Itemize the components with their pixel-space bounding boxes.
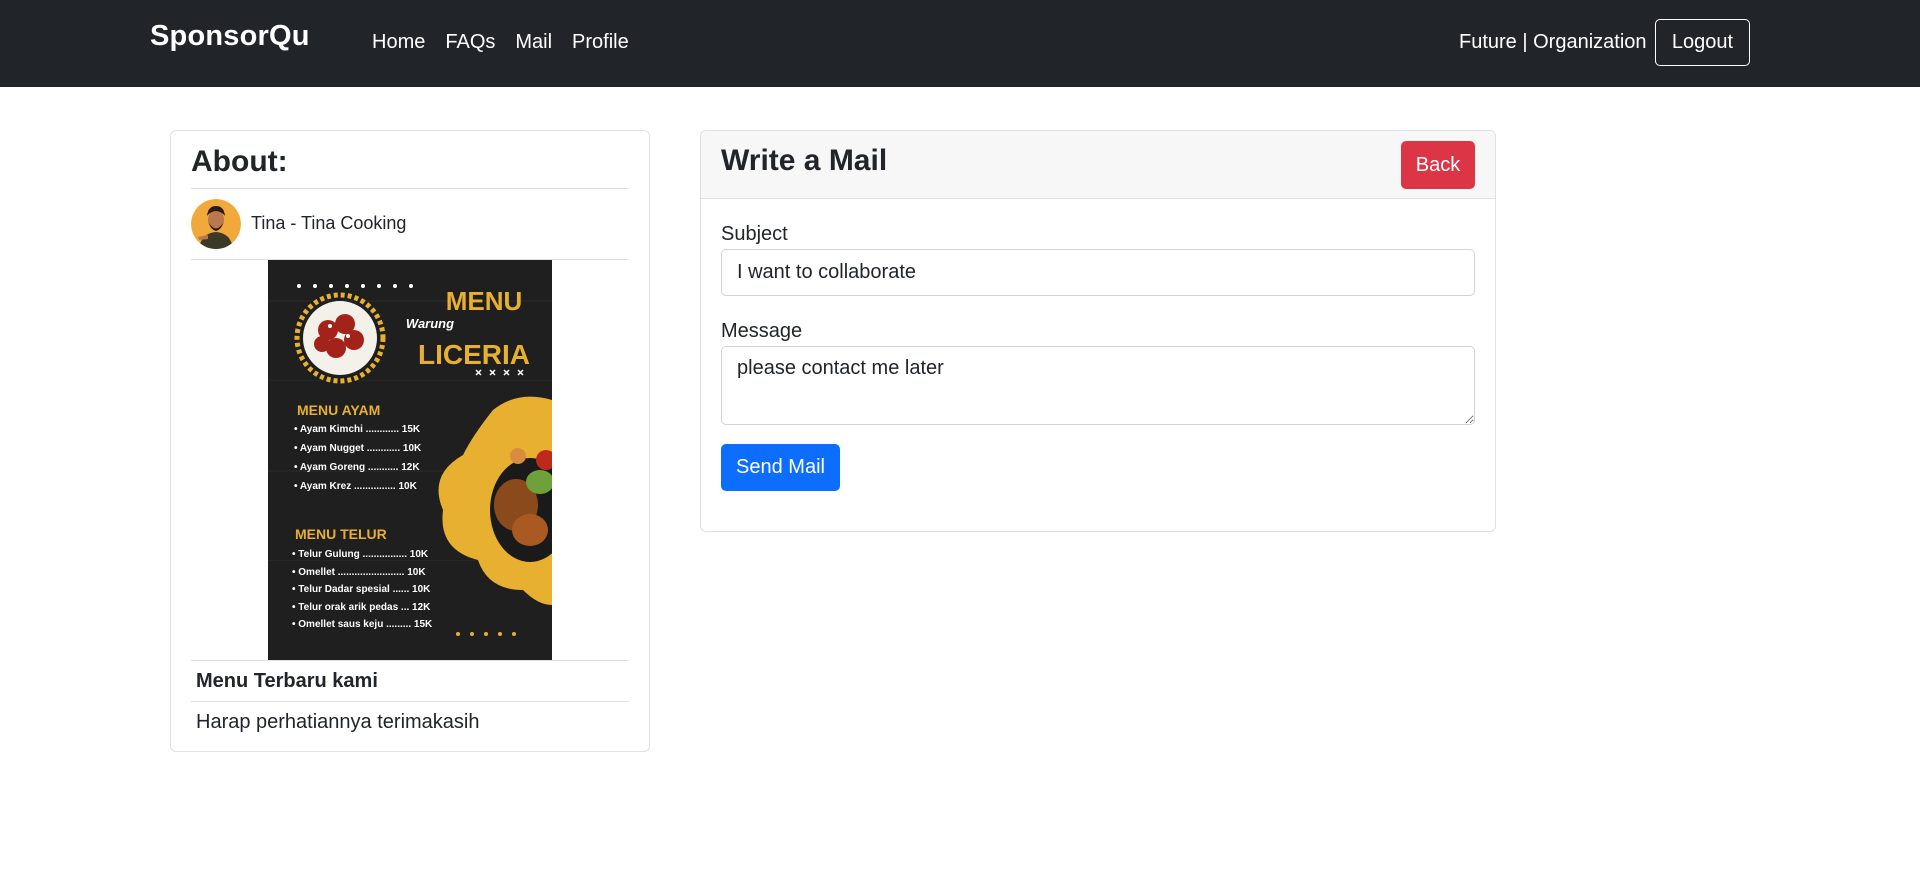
post-title: Menu Terbaru kami [196,670,378,692]
nav-link-faqs[interactable]: FAQs [445,31,495,54]
subject-input[interactable] [721,249,1475,296]
back-button[interactable]: Back [1401,141,1475,189]
poster-header: MENU [446,286,523,316]
logout-button[interactable]: Logout [1655,19,1750,66]
avatar-image [191,199,241,249]
nav-link-profile[interactable]: Profile [572,31,629,54]
send-mail-button[interactable]: Send Mail [721,444,840,491]
poster-section-title: MENU TELUR [295,526,387,542]
about-title: About: [191,145,288,178]
menu-poster-image: MENU Warung LICERIA MENU AYAM • Ayam Kim… [268,260,552,660]
divider [191,660,629,661]
user-account-label: Future | Organization [1459,31,1647,53]
message-label: Message [721,320,803,342]
brand-logo[interactable]: SponsorQu [150,20,310,53]
divider [191,701,629,702]
poster-menu-item: • Omellet saus keju ......... 15K [292,619,433,630]
poster-subtitle: Warung [406,316,454,331]
top-navbar: SponsorQu Home FAQs Mail Profile Future … [0,0,1920,87]
poster-menu-item: • Ayam Goreng ........... 12K [294,462,420,473]
mail-card-header: Write a Mail Back [701,131,1495,199]
poster-section-title: MENU AYAM [297,402,380,418]
avatar [191,199,241,249]
poster-menu-item: • Telur Gulung ................ 10K [292,549,429,560]
nav-link-home[interactable]: Home [372,31,425,54]
poster-menu-item: • Telur Dadar spesial ...... 10K [292,584,431,595]
poster-menu-item: • Ayam Nugget ............ 10K [294,443,422,454]
subject-label: Subject [721,223,788,245]
post-description: Harap perhatiannya terimakasih [196,711,480,733]
about-card: About: Tina - Tina Cooking MENU Warung L… [170,130,650,752]
poster-menu-item: • Telur orak arik pedas ... 12K [292,602,431,613]
poster-menu-item: • Ayam Krez ............... 10K [294,481,418,492]
nav-links: Home FAQs Mail Profile [372,31,629,54]
poster-menu-item: • Omellet ........................ 10K [292,567,426,578]
message-textarea[interactable]: please contact me later [721,346,1475,425]
mail-title: Write a Mail [721,144,888,177]
nav-link-mail[interactable]: Mail [515,31,552,54]
owner-name: Tina - Tina Cooking [251,213,407,233]
divider [191,188,629,189]
write-mail-card: Write a Mail Back Subject Message please… [700,130,1496,532]
poster-name: LICERIA [418,339,530,370]
poster-menu-item: • Ayam Kimchi ............ 15K [294,424,421,435]
